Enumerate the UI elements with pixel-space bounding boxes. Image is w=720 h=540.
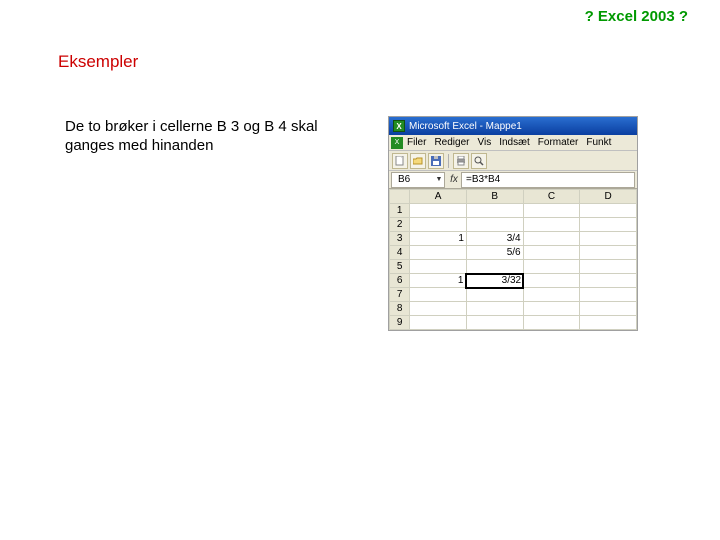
- col-header-a[interactable]: A: [410, 190, 467, 204]
- column-header-row: A B C D: [390, 190, 637, 204]
- cell-a9[interactable]: [410, 316, 467, 330]
- row-7: 7: [390, 288, 637, 302]
- cell-a8[interactable]: [410, 302, 467, 316]
- menu-vis[interactable]: Vis: [477, 137, 491, 148]
- row-header-7[interactable]: 7: [390, 288, 410, 302]
- menu-bar: X Filer Rediger Vis Indsæt Formater Funk…: [389, 135, 637, 151]
- col-header-c[interactable]: C: [523, 190, 580, 204]
- excel-logo-icon: X: [393, 120, 405, 132]
- formula-value: =B3*B4: [466, 174, 500, 185]
- cell-d3[interactable]: [580, 232, 637, 246]
- menu-filer[interactable]: Filer: [407, 137, 426, 148]
- cell-d9[interactable]: [580, 316, 637, 330]
- new-doc-icon: [395, 156, 405, 166]
- floppy-disk-icon: [431, 156, 441, 166]
- print-button[interactable]: [453, 153, 469, 169]
- cell-a5[interactable]: [410, 260, 467, 274]
- cell-b3[interactable]: 3/4: [466, 232, 523, 246]
- menu-indsaet[interactable]: Indsæt: [499, 137, 530, 148]
- menu-formater[interactable]: Formater: [538, 137, 579, 148]
- save-button[interactable]: [428, 153, 444, 169]
- cell-a7[interactable]: [410, 288, 467, 302]
- cell-a6[interactable]: 1: [410, 274, 467, 288]
- cell-a2[interactable]: [410, 218, 467, 232]
- toolbar: [389, 151, 637, 171]
- name-box[interactable]: B6 ▼: [391, 172, 445, 188]
- cell-a1[interactable]: [410, 204, 467, 218]
- excel-screenshot: X Microsoft Excel - Mappe1 X Filer Redig…: [388, 116, 638, 331]
- open-button[interactable]: [410, 153, 426, 169]
- cell-d8[interactable]: [580, 302, 637, 316]
- cell-b7[interactable]: [466, 288, 523, 302]
- cell-c6[interactable]: [523, 274, 580, 288]
- cell-b5[interactable]: [466, 260, 523, 274]
- cell-d5[interactable]: [580, 260, 637, 274]
- row-4: 4 5/6: [390, 246, 637, 260]
- cell-b8[interactable]: [466, 302, 523, 316]
- row-header-9[interactable]: 9: [390, 316, 410, 330]
- cell-d1[interactable]: [580, 204, 637, 218]
- col-header-b[interactable]: B: [466, 190, 523, 204]
- window-titlebar: X Microsoft Excel - Mappe1: [389, 117, 637, 135]
- cell-b6-selected[interactable]: 3/32: [466, 274, 523, 288]
- body-paragraph: De to brøker i cellerne B 3 og B 4 skal …: [65, 118, 325, 156]
- row-header-6[interactable]: 6: [390, 274, 410, 288]
- menu-rediger[interactable]: Rediger: [434, 137, 469, 148]
- row-header-8[interactable]: 8: [390, 302, 410, 316]
- cell-c7[interactable]: [523, 288, 580, 302]
- cell-c9[interactable]: [523, 316, 580, 330]
- cell-d2[interactable]: [580, 218, 637, 232]
- row-1: 1: [390, 204, 637, 218]
- cell-c3[interactable]: [523, 232, 580, 246]
- row-header-1[interactable]: 1: [390, 204, 410, 218]
- row-8: 8: [390, 302, 637, 316]
- cell-b4[interactable]: 5/6: [466, 246, 523, 260]
- magnifier-icon: [474, 156, 484, 166]
- toolbar-separator: [448, 154, 449, 168]
- cell-c5[interactable]: [523, 260, 580, 274]
- section-heading: Eksempler: [58, 52, 138, 72]
- cell-c2[interactable]: [523, 218, 580, 232]
- app-icon: X: [391, 137, 403, 149]
- row-3: 3 1 3/4: [390, 232, 637, 246]
- name-box-value: B6: [398, 174, 410, 185]
- cell-b2[interactable]: [466, 218, 523, 232]
- col-header-d[interactable]: D: [580, 190, 637, 204]
- preview-button[interactable]: [471, 153, 487, 169]
- row-2: 2: [390, 218, 637, 232]
- row-9: 9: [390, 316, 637, 330]
- cell-a3[interactable]: 1: [410, 232, 467, 246]
- chevron-down-icon[interactable]: ▼: [434, 176, 444, 183]
- cell-c8[interactable]: [523, 302, 580, 316]
- new-doc-button[interactable]: [392, 153, 408, 169]
- cell-b9[interactable]: [466, 316, 523, 330]
- cell-a4[interactable]: [410, 246, 467, 260]
- cell-d6[interactable]: [580, 274, 637, 288]
- row-header-3[interactable]: 3: [390, 232, 410, 246]
- page-header-title: ? Excel 2003 ?: [585, 8, 688, 25]
- row-6: 6 1 3/32: [390, 274, 637, 288]
- cell-d7[interactable]: [580, 288, 637, 302]
- cell-c4[interactable]: [523, 246, 580, 260]
- spreadsheet-grid: A B C D 1 2 3 1 3/4 4 5: [389, 189, 637, 330]
- formula-input[interactable]: =B3*B4: [461, 172, 635, 188]
- fx-icon[interactable]: fx: [447, 174, 461, 185]
- folder-open-icon: [413, 156, 423, 166]
- row-5: 5: [390, 260, 637, 274]
- row-header-2[interactable]: 2: [390, 218, 410, 232]
- select-all-corner[interactable]: [390, 190, 410, 204]
- cell-d4[interactable]: [580, 246, 637, 260]
- window-title: Microsoft Excel - Mappe1: [409, 121, 522, 132]
- cell-b1[interactable]: [466, 204, 523, 218]
- menu-funkt[interactable]: Funkt: [586, 137, 611, 148]
- formula-bar: B6 ▼ fx =B3*B4: [389, 171, 637, 189]
- row-header-5[interactable]: 5: [390, 260, 410, 274]
- row-header-4[interactable]: 4: [390, 246, 410, 260]
- printer-icon: [456, 156, 466, 166]
- cell-c1[interactable]: [523, 204, 580, 218]
